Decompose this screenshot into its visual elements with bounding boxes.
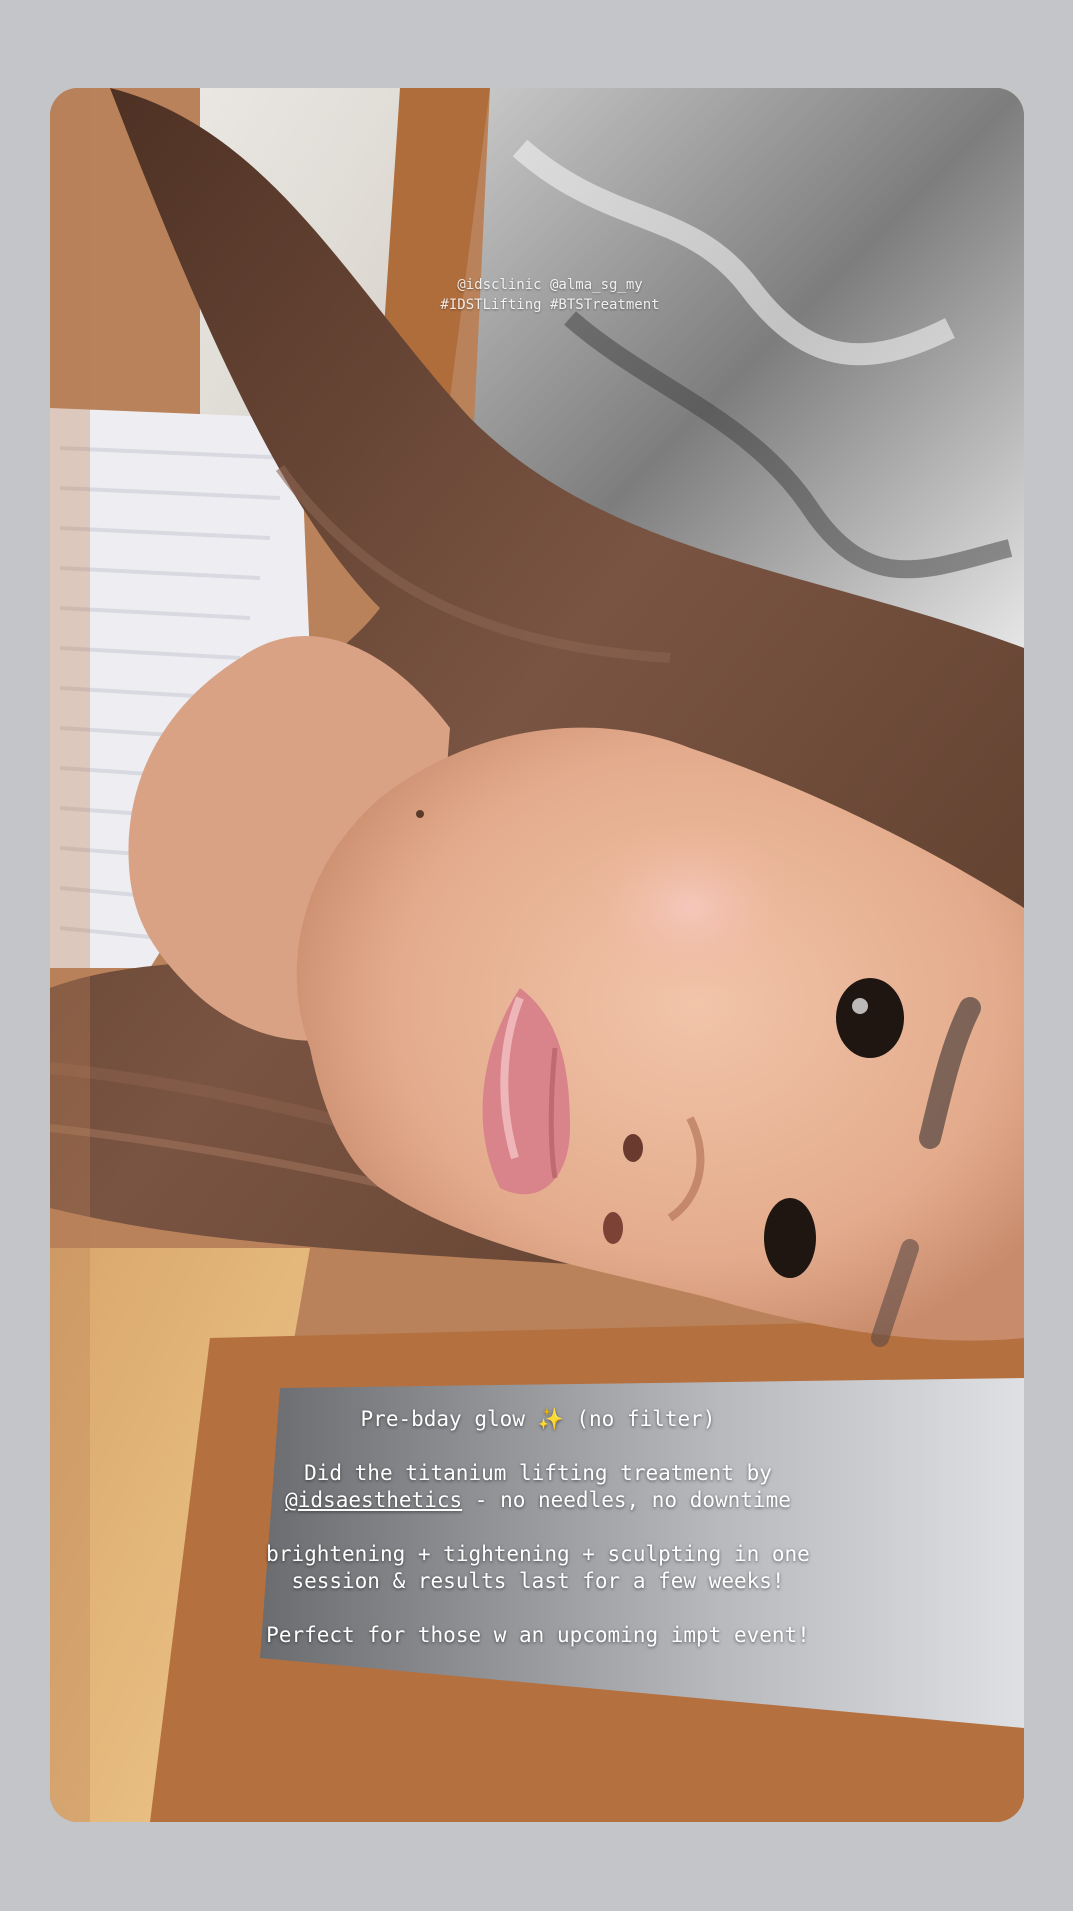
tag-overlay: @idsclinic @alma_sg_my #IDSTLifting #BTS… (350, 275, 750, 315)
caption-line-2: Did the titanium lifting treatment by @i… (180, 1460, 896, 1514)
caption-title: Pre-bday glow (360, 1407, 525, 1431)
caption-line-2a: Did the titanium lifting treatment by (304, 1461, 772, 1485)
caption-line-1: Pre-bday glow ✨ (no filter) (180, 1406, 896, 1433)
caption-line-2b: - no needles, no downtime (462, 1488, 791, 1512)
sparkle-icon: ✨ (537, 1407, 564, 1431)
story-caption: Pre-bday glow ✨ (no filter) Did the tita… (180, 1406, 896, 1649)
mention-link[interactable]: @idsaesthetics (285, 1488, 462, 1512)
caption-line-3a: brightening + tightening + sculpting in … (266, 1542, 810, 1566)
caption-line-4: Perfect for those w an upcoming impt eve… (266, 1623, 810, 1647)
mention-tags: @idsclinic @alma_sg_my (457, 277, 643, 293)
caption-title-suffix: (no filter) (576, 1407, 716, 1431)
hashtags: #IDSTLifting #BTSTreatment (440, 297, 660, 313)
caption-line-3b: session & results last for a few weeks! (291, 1569, 785, 1593)
caption-line-3: brightening + tightening + sculpting in … (180, 1541, 896, 1595)
story-frame: @idsclinic @alma_sg_my #IDSTLifting #BTS… (50, 88, 1024, 1822)
